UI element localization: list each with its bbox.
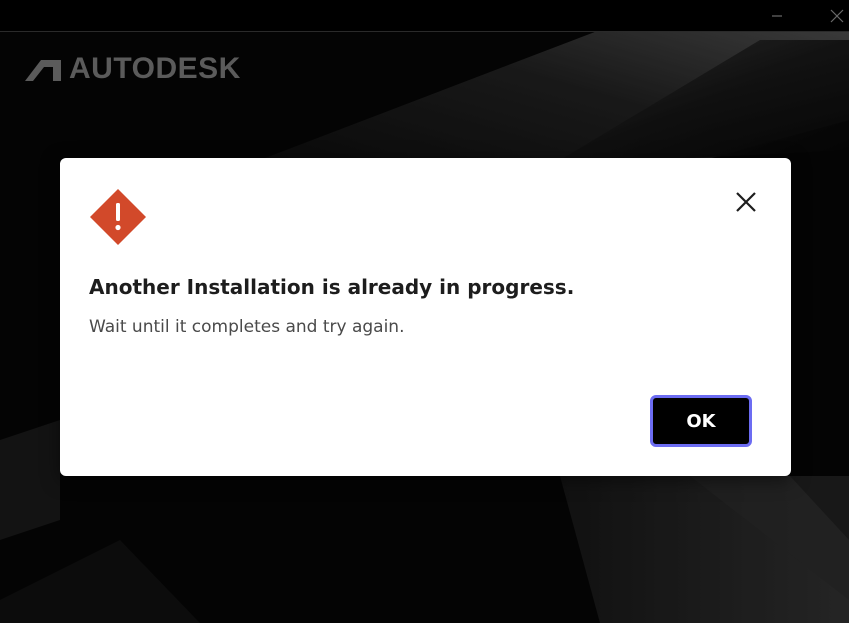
close-icon [830, 9, 844, 22]
close-icon [736, 192, 756, 212]
window-close-button[interactable] [814, 0, 849, 31]
dialog-close-button[interactable] [734, 190, 758, 214]
dialog-message: Wait until it completes and try again. [89, 317, 405, 337]
minimize-icon [772, 14, 782, 17]
minimize-button[interactable] [754, 0, 800, 31]
title-bar [0, 0, 849, 32]
dialog-title: Another Installation is already in progr… [89, 275, 575, 299]
ok-button[interactable]: OK [650, 395, 752, 447]
installer-window: AUTODESK Another Installation is already… [0, 0, 849, 623]
warning-diamond-icon [90, 189, 146, 245]
error-dialog: Another Installation is already in progr… [60, 158, 791, 476]
